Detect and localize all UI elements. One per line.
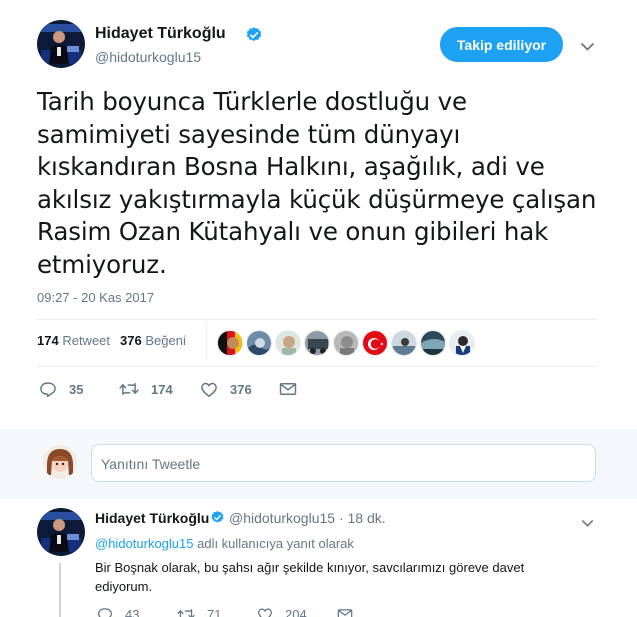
tweet-timestamp[interactable]: 09:27 - 20 Kas 2017 bbox=[37, 290, 154, 305]
replying-to: @hidoturkoglu15 adlı kullanıcıya yanıt o… bbox=[95, 536, 354, 551]
reply-action[interactable]: 43 bbox=[97, 607, 139, 617]
current-user-avatar[interactable] bbox=[43, 445, 77, 479]
retweet-action[interactable]: 174 bbox=[119, 381, 173, 397]
retweet-icon bbox=[119, 382, 139, 396]
like-count: 376 bbox=[120, 333, 142, 348]
reply-count: 35 bbox=[69, 382, 84, 397]
retweet-count: 71 bbox=[207, 607, 222, 617]
author-handle[interactable]: @hidoturkoglu15 bbox=[95, 49, 201, 65]
divider bbox=[37, 366, 597, 367]
thread-line bbox=[59, 563, 61, 617]
reply-icon bbox=[98, 608, 112, 617]
mail-icon bbox=[279, 383, 297, 395]
like-label: Beğeni bbox=[145, 333, 186, 348]
liker-avatar[interactable] bbox=[246, 330, 272, 356]
reply-time[interactable]: · 18 dk. bbox=[339, 510, 386, 526]
message-action[interactable] bbox=[279, 382, 309, 396]
mail-icon bbox=[337, 609, 353, 617]
reply-author-avatar[interactable] bbox=[37, 508, 85, 556]
chevron-down-icon[interactable] bbox=[580, 39, 595, 57]
like-action[interactable]: 376 bbox=[200, 381, 252, 398]
reply-author-handle: @hidoturkoglu15 · 18 dk. bbox=[229, 510, 386, 526]
divider bbox=[37, 319, 597, 320]
retweet-label: Retweet bbox=[62, 333, 111, 348]
reply-tweet-text: Bir Boşnak olarak, bu şahsı ağır şekilde… bbox=[95, 560, 525, 594]
following-button[interactable]: Takip ediliyor bbox=[440, 27, 563, 62]
author-name[interactable]: Hidayet Türkoğlu bbox=[95, 25, 226, 43]
heart-icon bbox=[201, 382, 217, 397]
liker-avatar[interactable] bbox=[304, 330, 330, 356]
like-count: 376 bbox=[230, 382, 252, 397]
stat-separator bbox=[206, 322, 207, 360]
verified-icon bbox=[245, 26, 263, 49]
replying-to-handle[interactable]: @hidoturkoglu15 bbox=[95, 536, 193, 551]
liker-avatar[interactable] bbox=[362, 330, 388, 356]
author-avatar[interactable] bbox=[37, 20, 85, 68]
tweet-text: Tarih boyunca Türklerle dostluğu ve sami… bbox=[37, 87, 597, 279]
reply-icon bbox=[40, 382, 56, 398]
liker-avatar[interactable] bbox=[333, 330, 359, 356]
like-stat[interactable]: 376 Beğeni bbox=[120, 333, 186, 348]
verified-icon bbox=[210, 510, 225, 530]
heart-icon bbox=[258, 608, 272, 617]
chevron-down-icon[interactable] bbox=[581, 515, 594, 533]
liker-avatar[interactable] bbox=[420, 330, 446, 356]
reply-input[interactable]: Yanıtını Tweetle bbox=[91, 444, 596, 482]
like-action[interactable]: 204 bbox=[257, 607, 307, 617]
reply-author-name[interactable]: Hidayet Türkoğlu bbox=[95, 510, 209, 526]
reply-handle[interactable]: @hidoturkoglu15 bbox=[229, 510, 335, 526]
reply-count: 43 bbox=[125, 607, 140, 617]
like-count: 204 bbox=[285, 607, 307, 617]
liker-avatar[interactable] bbox=[449, 330, 475, 356]
retweet-icon bbox=[177, 608, 195, 617]
retweet-action[interactable]: 71 bbox=[177, 607, 221, 617]
liker-avatar[interactable] bbox=[391, 330, 417, 356]
message-action[interactable] bbox=[337, 608, 365, 617]
reply-action[interactable]: 35 bbox=[39, 381, 83, 398]
liker-avatar[interactable] bbox=[217, 330, 243, 356]
liker-avatar[interactable] bbox=[275, 330, 301, 356]
tweet-stats: 174 Retweet 376 Beğeni bbox=[37, 333, 186, 348]
retweet-stat[interactable]: 174 Retweet bbox=[37, 333, 110, 348]
retweet-count: 174 bbox=[151, 381, 173, 397]
retweet-count: 174 bbox=[37, 333, 59, 348]
replying-to-label: adlı kullanıcıya yanıt olarak bbox=[197, 536, 354, 551]
